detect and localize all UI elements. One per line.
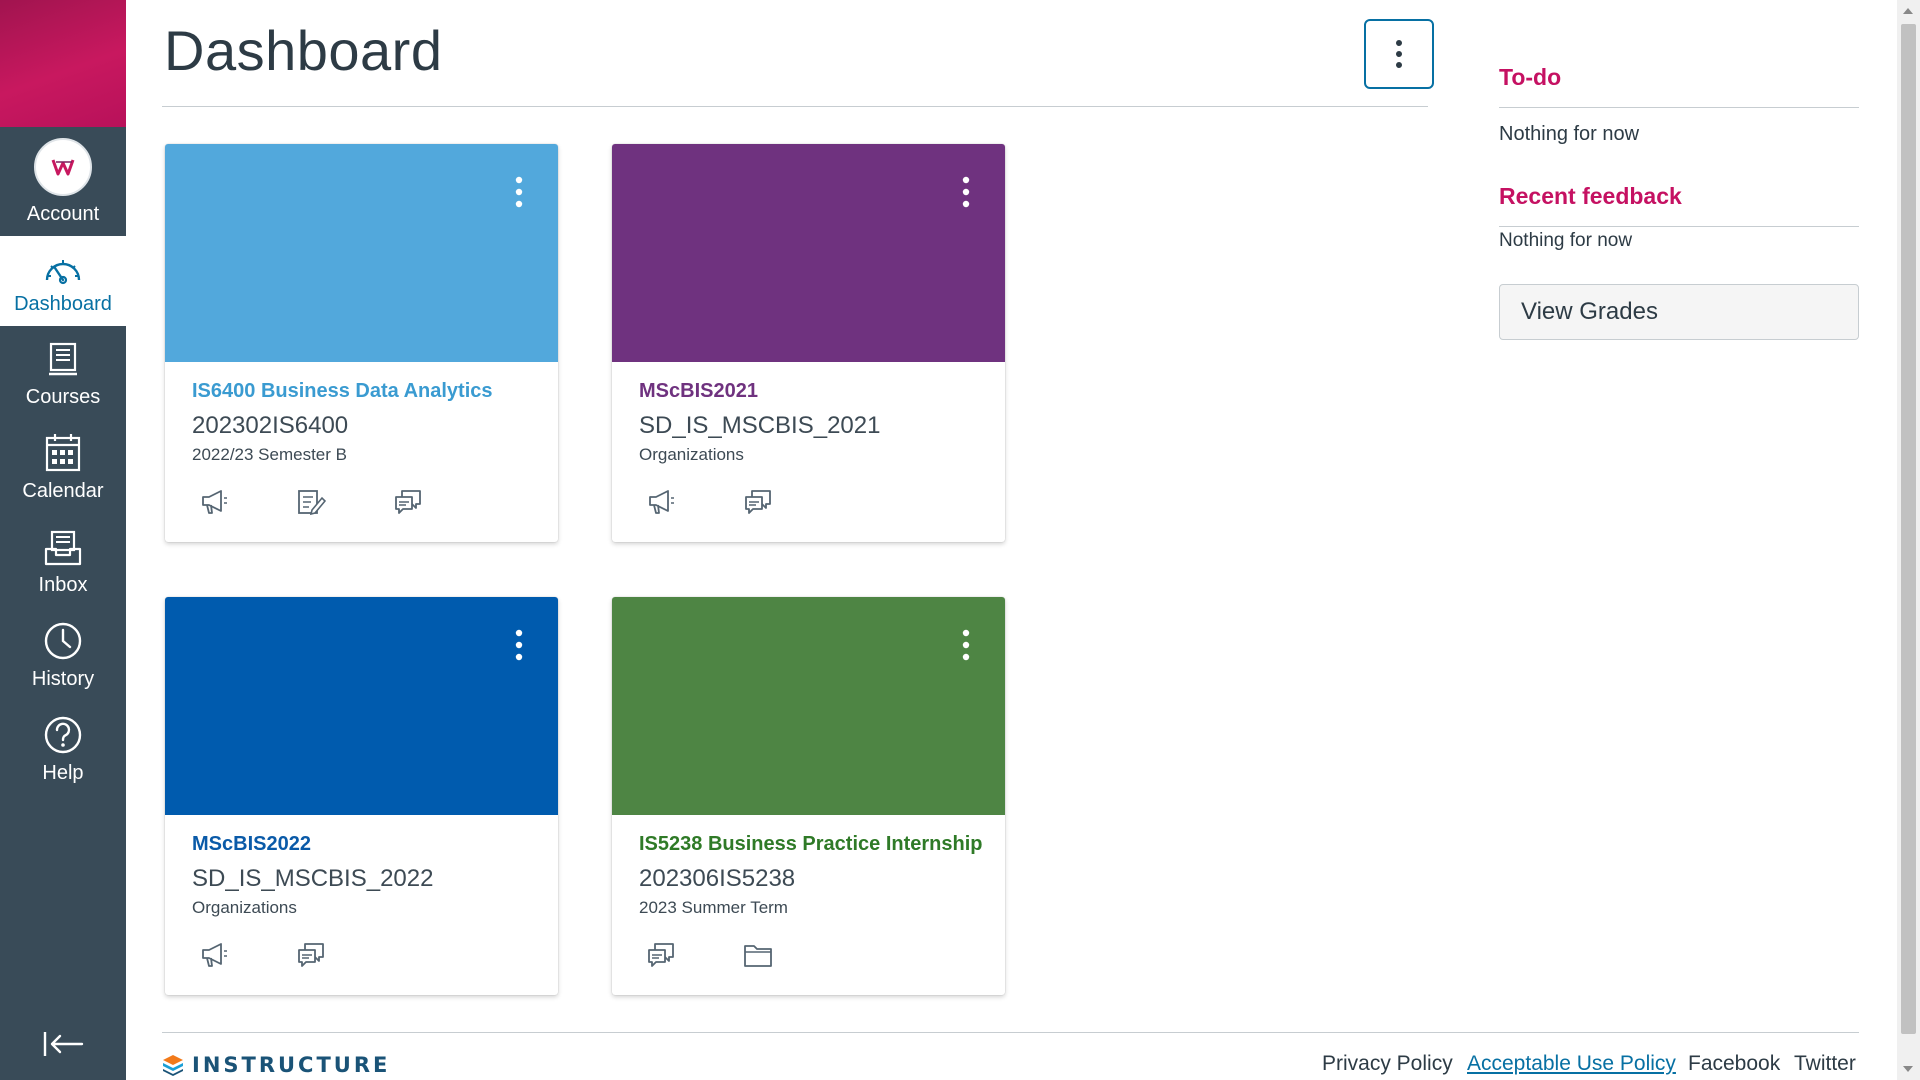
nav-label-courses: Courses	[25, 386, 101, 408]
nav-label-help: Help	[42, 762, 84, 784]
history-icon	[44, 622, 82, 660]
courses-icon	[49, 342, 77, 376]
facebook-link[interactable]: Facebook	[1688, 1052, 1780, 1076]
course-card: MScBIS2021 SD_IS_MSCBIS_2021 Organizatio…	[612, 144, 1005, 542]
card-options-button[interactable]	[957, 170, 975, 214]
card-options-button[interactable]	[510, 170, 528, 214]
footer-divider	[162, 1032, 1859, 1033]
instructure-logo[interactable]: INSTRUCTURE	[162, 1053, 390, 1077]
dashboard-options-button[interactable]	[1364, 19, 1434, 89]
announcements-icon[interactable]	[194, 482, 234, 522]
course-title-link[interactable]: MScBIS2021	[639, 380, 758, 403]
announcements-icon[interactable]	[641, 482, 681, 522]
card-options-button[interactable]	[957, 623, 975, 667]
course-card-hero[interactable]	[165, 144, 558, 362]
kebab-menu-icon	[515, 176, 523, 208]
course-card: MScBIS2022 SD_IS_MSCBIS_2022 Organizatio…	[165, 597, 558, 995]
course-code: 202302IS6400	[192, 412, 349, 439]
nav-label-account: Account	[26, 203, 100, 225]
nav-item-courses[interactable]: Courses	[0, 329, 126, 419]
instructure-logo-icon	[163, 1055, 183, 1076]
privacy-policy-link[interactable]: Privacy Policy	[1322, 1052, 1453, 1076]
course-title-link[interactable]: IS6400 Business Data Analytics	[192, 380, 493, 403]
instructure-logo-text: INSTRUCTURE	[192, 1053, 391, 1077]
page-scrollbar[interactable]	[1897, 0, 1920, 1080]
inbox-icon	[44, 530, 82, 566]
course-card-hero[interactable]	[165, 597, 558, 815]
global-navigation: Account Dashboard Courses Calendar Inbox…	[0, 0, 126, 1080]
course-card: IS6400 Business Data Analytics 202302IS6…	[165, 144, 558, 542]
course-term: Organizations	[192, 898, 297, 917]
help-icon	[44, 716, 82, 754]
nav-item-history[interactable]: History	[0, 611, 126, 701]
nav-item-dashboard[interactable]: Dashboard	[0, 236, 126, 326]
kebab-menu-icon	[962, 629, 970, 661]
discussions-icon[interactable]	[291, 935, 331, 975]
feedback-divider	[1499, 226, 1859, 227]
course-card: IS5238 Business Practice Internship 2023…	[612, 597, 1005, 995]
course-title-link[interactable]: MScBIS2022	[192, 833, 311, 856]
kebab-menu-icon	[962, 176, 970, 208]
discussions-icon[interactable]	[738, 482, 778, 522]
brand-logo[interactable]	[0, 0, 126, 127]
recent-feedback-heading: Recent feedback	[1499, 183, 1682, 209]
nav-item-inbox[interactable]: Inbox	[0, 517, 126, 607]
calendar-icon	[45, 434, 81, 472]
nav-label-history: History	[31, 668, 95, 690]
discussions-icon[interactable]	[641, 935, 681, 975]
course-term: Organizations	[639, 445, 744, 464]
announcements-icon[interactable]	[194, 935, 234, 975]
page-title: Dashboard	[164, 19, 443, 82]
scroll-down-arrow-icon[interactable]	[1903, 1066, 1913, 1072]
scrollbar-thumb[interactable]	[1901, 24, 1916, 1034]
kebab-menu-icon	[1396, 40, 1402, 68]
course-card-hero[interactable]	[612, 597, 1005, 815]
todo-divider	[1499, 107, 1859, 108]
header-divider	[162, 106, 1428, 107]
discussions-icon[interactable]	[388, 482, 428, 522]
todo-heading: To-do	[1499, 64, 1562, 90]
course-title-link[interactable]: IS5238 Business Practice Internship	[639, 833, 983, 856]
assignments-icon[interactable]	[291, 482, 331, 522]
course-code: SD_IS_MSCBIS_2022	[192, 865, 434, 892]
scroll-up-arrow-icon[interactable]	[1903, 8, 1913, 14]
view-grades-button[interactable]: View Grades	[1499, 284, 1859, 340]
course-term: 2022/23 Semester B	[192, 445, 347, 464]
collapse-arrow-icon	[43, 1032, 84, 1056]
nav-label-inbox: Inbox	[38, 574, 88, 596]
nav-label-dashboard: Dashboard	[14, 293, 112, 315]
card-options-button[interactable]	[510, 623, 528, 667]
acceptable-use-policy-link[interactable]: Acceptable Use Policy	[1467, 1052, 1676, 1076]
feedback-empty-text: Nothing for now	[1499, 230, 1633, 251]
course-term: 2023 Summer Term	[639, 898, 788, 917]
collapse-nav-button[interactable]	[40, 1024, 86, 1064]
nav-label-calendar: Calendar	[22, 480, 104, 502]
course-code: SD_IS_MSCBIS_2021	[639, 412, 881, 439]
account-avatar-icon	[34, 138, 92, 196]
files-icon[interactable]	[738, 935, 778, 975]
kebab-menu-icon	[515, 629, 523, 661]
nav-item-help[interactable]: Help	[0, 705, 126, 795]
twitter-link[interactable]: Twitter	[1794, 1052, 1856, 1076]
course-code: 202306IS5238	[639, 865, 796, 892]
dashboard-icon	[45, 260, 81, 285]
todo-empty-text: Nothing for now	[1499, 123, 1640, 145]
nav-item-account[interactable]: Account	[0, 127, 126, 236]
nav-item-calendar[interactable]: Calendar	[0, 423, 126, 513]
course-card-hero[interactable]	[612, 144, 1005, 362]
